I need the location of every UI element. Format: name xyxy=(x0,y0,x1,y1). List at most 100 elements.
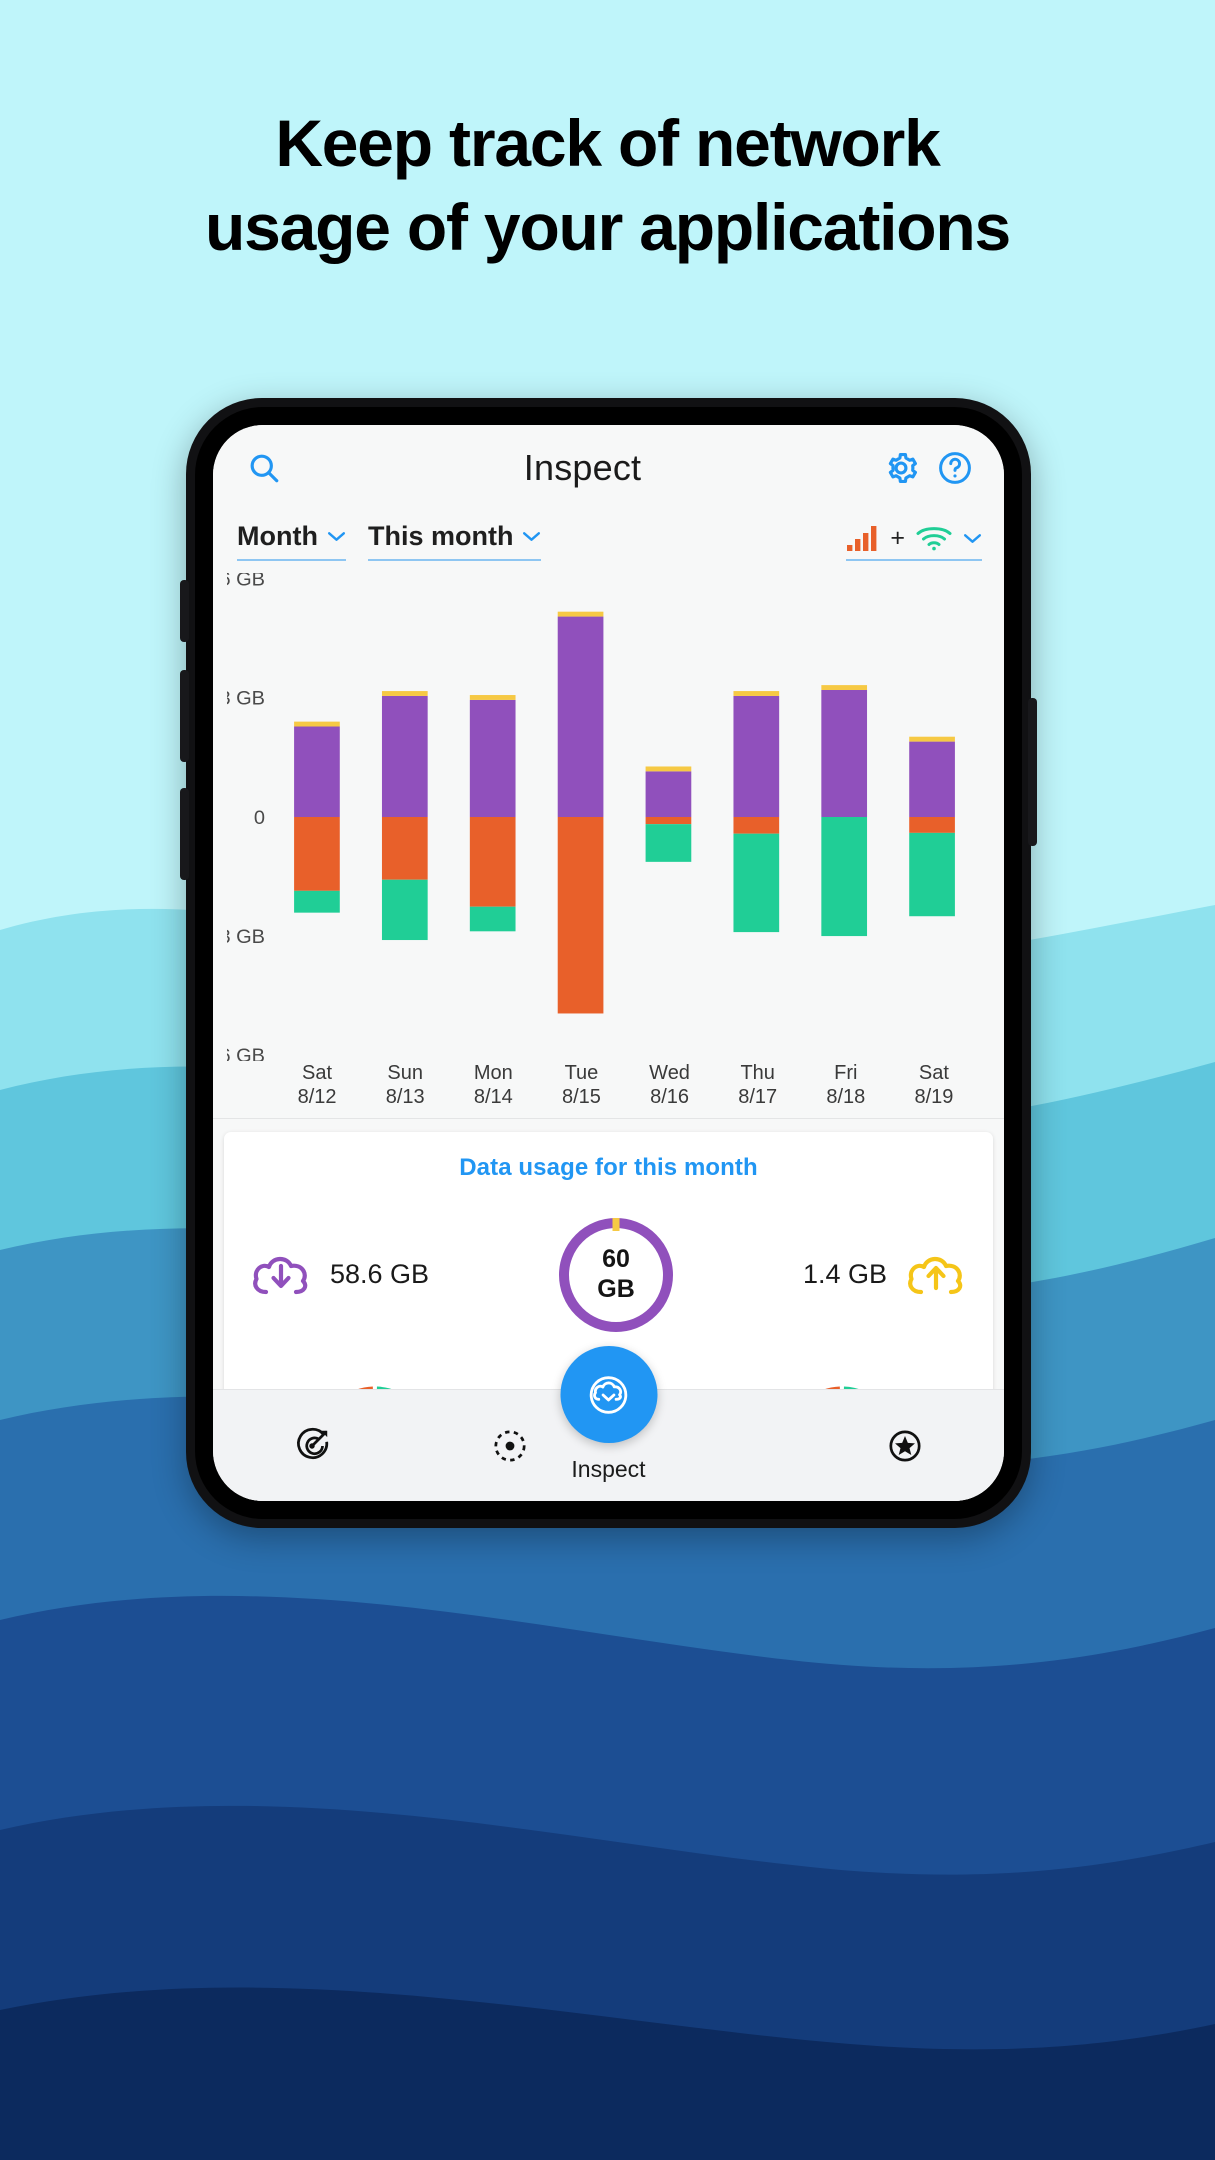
chart-x-tick-label: Mon 8/14 xyxy=(449,1061,537,1110)
chart-bar-marker xyxy=(733,691,780,696)
promo-headline: Keep track of network usage of your appl… xyxy=(0,110,1215,260)
chart-x-tick-label: Sat 8/12 xyxy=(273,1061,361,1110)
chart-bar-group[interactable] xyxy=(381,691,428,941)
usage-bar-chart[interactable]: 6 GB 3 GB 0 3 GB 6 GB xyxy=(213,561,1004,1061)
chart-x-tick-day: Sun xyxy=(387,1062,423,1084)
chart-bar-cellular xyxy=(381,817,428,880)
wifi-icon xyxy=(916,527,952,551)
chart-bar-marker xyxy=(645,766,692,772)
chart-x-tick-day: Sat xyxy=(302,1062,333,1084)
bar-chart-canvas: 6 GB 3 GB 0 3 GB 6 GB xyxy=(227,573,955,1061)
total-usage-donut: 60 GB xyxy=(553,1212,679,1338)
chart-bar-cellular xyxy=(469,817,516,907)
chart-x-tick-day: Fri xyxy=(834,1062,858,1084)
chart-bar-wifi xyxy=(733,833,780,933)
chart-bar-marker xyxy=(909,736,955,742)
chart-bar-upload xyxy=(645,771,692,817)
chart-bar-upload xyxy=(469,699,516,817)
download-value: 58.6 GB xyxy=(330,1259,430,1290)
chart-bar-cellular xyxy=(733,817,780,834)
chart-bar-marker xyxy=(294,721,340,727)
chart-bar-wifi xyxy=(909,832,955,917)
network-type-dropdown[interactable]: + xyxy=(846,524,982,561)
nav-item-target[interactable] xyxy=(213,1425,411,1467)
chart-bar-upload xyxy=(557,616,604,817)
period-dropdown-label: Month xyxy=(237,521,318,551)
chart-bar-group[interactable] xyxy=(294,721,340,913)
total-usage-donut-label: 60 GB xyxy=(553,1212,679,1338)
chart-bar-wifi xyxy=(381,879,428,941)
chart-bar-upload xyxy=(294,726,340,817)
chart-x-tick-label: Wed 8/16 xyxy=(626,1061,714,1110)
nav-item-star[interactable] xyxy=(806,1425,1004,1467)
chart-bar-wifi xyxy=(294,890,340,913)
star-icon xyxy=(889,1429,921,1462)
inspect-fab-button[interactable] xyxy=(560,1346,657,1443)
chart-x-axis: Sat 8/12 Sun 8/13 Mon 8/14 Tue 8/15 Wed 8/16 Thu 8/… xyxy=(213,1061,1004,1119)
chart-y-tick-label: 6 GB xyxy=(227,573,265,591)
gear-icon[interactable] xyxy=(874,441,928,495)
chart-bar-cellular xyxy=(294,817,340,891)
chart-bar-upload xyxy=(733,695,780,817)
cloud-download-icon xyxy=(253,1256,308,1294)
total-usage-value: 60 xyxy=(602,1245,630,1274)
chart-bar-upload xyxy=(381,695,428,817)
chart-bar-upload xyxy=(821,689,868,817)
chart-bar-group[interactable] xyxy=(909,736,955,917)
chart-x-tick-label: Tue 8/15 xyxy=(537,1061,625,1110)
chart-x-tick-day: Sat xyxy=(918,1062,949,1084)
chart-x-tick-label: Fri 8/18 xyxy=(802,1061,890,1110)
data-usage-card-title: Data usage for this month xyxy=(459,1153,758,1181)
chart-bar-wifi xyxy=(469,906,516,932)
chart-y-tick-label: 6 GB xyxy=(227,1045,265,1061)
chart-x-tick-date: 8/19 xyxy=(914,1086,954,1109)
headline-line-2: usage of your applications xyxy=(205,190,1011,264)
chart-x-tick-date: 8/16 xyxy=(650,1086,690,1109)
radar-dot-icon xyxy=(494,1429,526,1462)
filter-row: Month This month + xyxy=(213,511,1004,561)
chart-x-tick-label: Sat 8/19 xyxy=(890,1061,978,1110)
chart-bar-cellular xyxy=(557,817,604,1014)
search-icon[interactable] xyxy=(237,441,291,495)
chart-x-tick-day: Thu xyxy=(740,1062,775,1084)
chart-y-tick-label: 0 xyxy=(254,807,265,829)
download-group: 58.6 GB xyxy=(250,1250,429,1300)
chart-bar-cellular xyxy=(909,817,955,833)
chart-bar-marker xyxy=(381,691,428,696)
headline-line-1: Keep track of network xyxy=(275,106,941,180)
phone-button-right-1 xyxy=(1028,698,1037,846)
chart-x-tick-date: 8/12 xyxy=(297,1086,337,1109)
help-circle-icon[interactable] xyxy=(928,441,982,495)
chart-bar-group[interactable] xyxy=(645,766,692,862)
chart-bar-group[interactable] xyxy=(821,685,868,937)
phone-button-left-2 xyxy=(180,670,189,762)
chart-bar-marker xyxy=(469,695,516,700)
chart-bar-cellular xyxy=(645,817,692,825)
phone-mockup: Inspect Month This month + GB GB 0 GB GB… xyxy=(180,398,1037,1528)
period-dropdown[interactable]: Month xyxy=(237,521,346,561)
page-title: Inspect xyxy=(523,447,642,488)
phone-button-left-1 xyxy=(180,580,189,642)
range-dropdown[interactable]: This month xyxy=(367,521,542,561)
chart-x-tick-label: Thu 8/17 xyxy=(714,1061,802,1110)
chart-x-tick-day: Tue xyxy=(564,1062,599,1084)
phone-screen: Inspect Month This month + GB GB 0 GB GB… xyxy=(213,425,1004,1501)
chart-bar-group[interactable] xyxy=(557,611,604,1014)
chart-bar-wifi xyxy=(821,817,868,937)
phone-button-left-3 xyxy=(180,788,189,880)
chevron-down-icon xyxy=(523,532,541,541)
chart-bar-group[interactable] xyxy=(733,691,780,933)
chart-x-tick-day: Wed xyxy=(649,1062,690,1084)
cloud-upload-icon xyxy=(908,1256,963,1294)
chart-bar-wifi xyxy=(645,824,692,862)
chart-y-tick-label: 3 GB xyxy=(227,926,265,948)
chart-bar-marker xyxy=(557,611,604,617)
chart-bar-group[interactable] xyxy=(469,695,516,932)
upload-value: 1.4 GB xyxy=(802,1259,887,1290)
range-dropdown-label: This month xyxy=(367,521,514,551)
app-bar: Inspect xyxy=(213,425,1004,511)
chevron-down-icon xyxy=(963,533,982,543)
chart-x-tick-date: 8/18 xyxy=(826,1086,866,1109)
chart-bar-upload xyxy=(909,741,955,817)
chart-x-tick-date: 8/13 xyxy=(385,1086,425,1109)
